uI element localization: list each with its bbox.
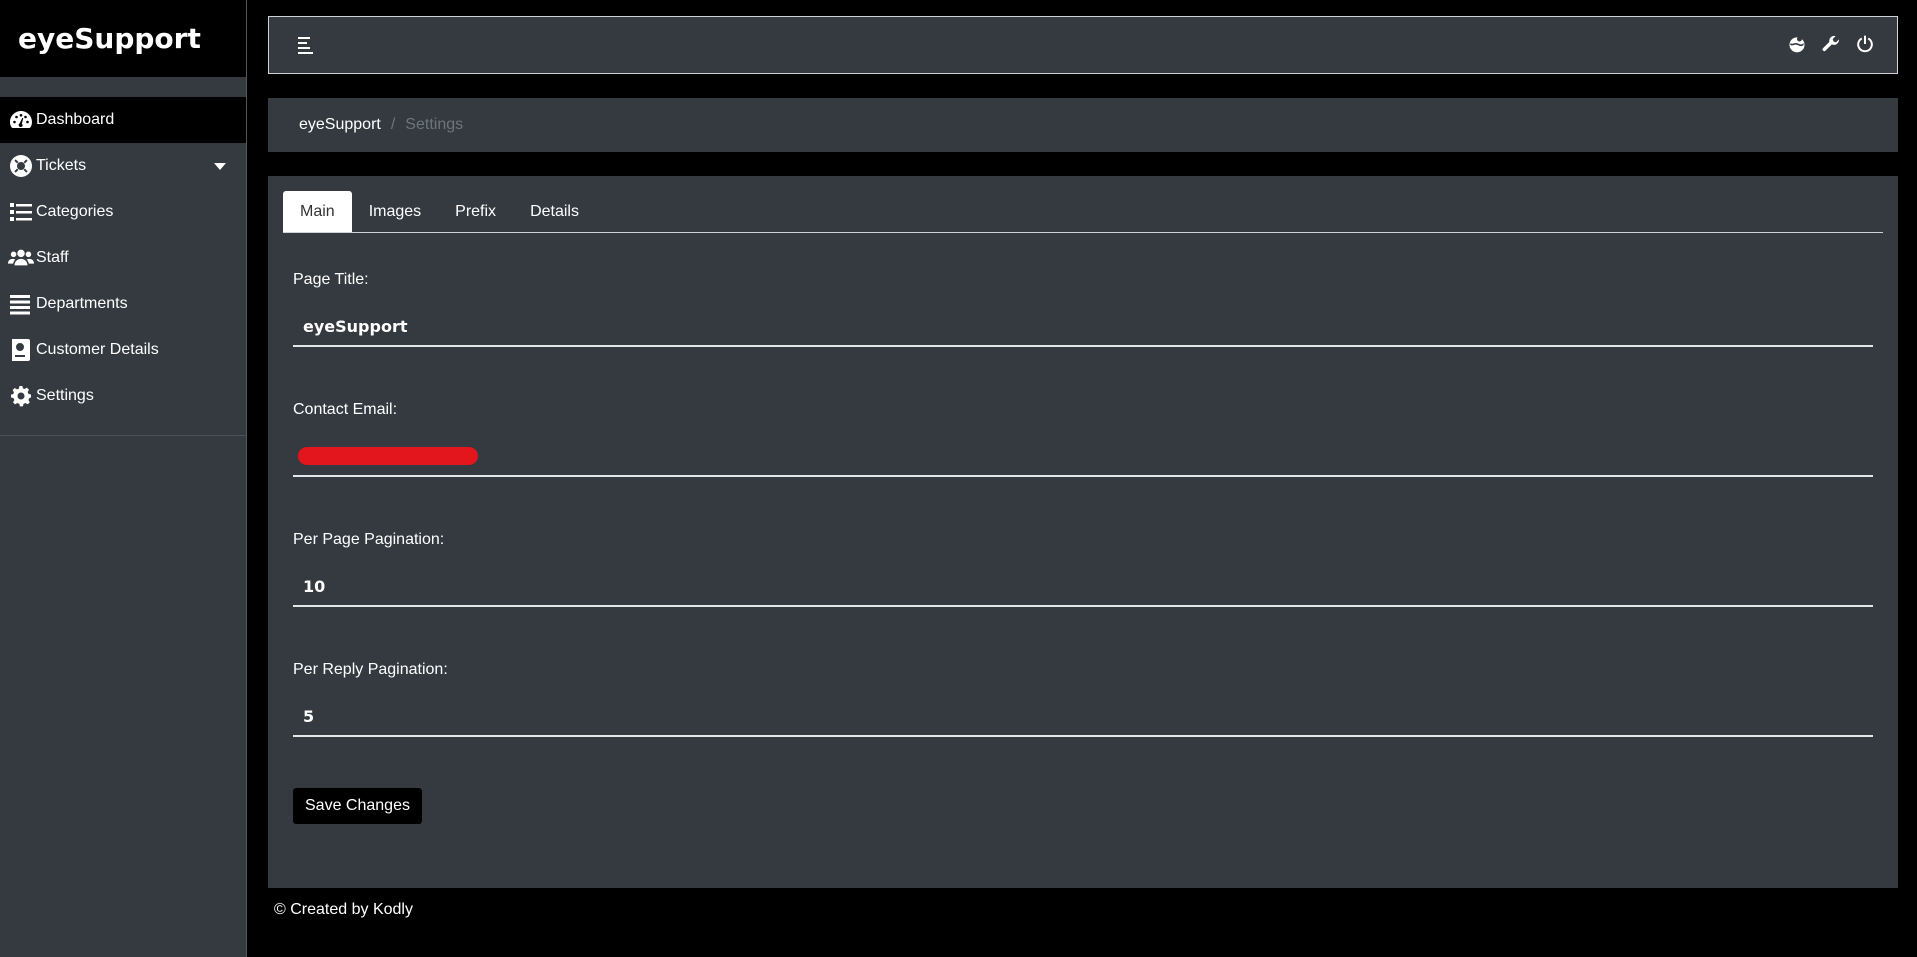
sidebar-item-dashboard[interactable]: Dashboard (0, 97, 246, 143)
sidebar-item-label: Dashboard (36, 111, 115, 128)
contact-email-field: Contact Email: (293, 401, 1873, 477)
page-title-field: Page Title: eyeSupport (293, 271, 1873, 347)
redaction-mark (298, 447, 478, 465)
breadcrumb-separator: / (390, 116, 396, 133)
sidebar-item-settings[interactable]: Settings (0, 373, 246, 419)
contact-email-label: Contact Email: (293, 401, 398, 418)
contact-email-input[interactable] (293, 437, 1873, 477)
sidebar-item-departments[interactable]: Departments (0, 281, 246, 327)
sidebar-nav: Dashboard Tickets Categories Staff Depar… (0, 97, 246, 436)
per-page-pagination-input[interactable]: 10 (293, 567, 1873, 607)
sidebar-item-staff[interactable]: Staff (0, 235, 246, 281)
sidebar-item-tickets[interactable]: Tickets (0, 143, 246, 189)
power-icon[interactable] (1855, 34, 1875, 54)
brand-logo[interactable]: eyeSupport (0, 0, 246, 77)
sidebar-item-label: Customer Details (36, 341, 159, 358)
sidebar-item-customer-details[interactable]: Customer Details (0, 327, 246, 373)
page-title-label: Page Title: (293, 271, 369, 288)
tab-images[interactable]: Images (352, 191, 438, 232)
address-book-icon (8, 338, 36, 362)
sidebar-item-label: Tickets (36, 157, 87, 174)
sidebar-item-categories[interactable]: Categories (0, 189, 246, 235)
page-title-input[interactable]: eyeSupport (293, 307, 1873, 347)
breadcrumb: eyeSupport / Settings (268, 98, 1898, 152)
caret-down-icon[interactable] (214, 163, 226, 170)
gear-icon (8, 384, 36, 408)
breadcrumb-home-link[interactable]: eyeSupport (299, 116, 381, 134)
tab-prefix[interactable]: Prefix (438, 191, 513, 232)
hamburger-icon[interactable] (298, 37, 314, 54)
footer-credit: © Created by Kodly (274, 901, 413, 918)
tachometer-icon (8, 108, 36, 132)
users-icon (8, 246, 36, 270)
per-reply-pagination-field: Per Reply Pagination: 5 (293, 661, 1873, 737)
sidebar-item-label: Staff (36, 249, 69, 266)
wrench-icon[interactable] (1821, 34, 1841, 54)
save-changes-button[interactable]: Save Changes (293, 788, 422, 824)
life-ring-icon (8, 154, 36, 178)
sidebar-spacer (0, 77, 246, 97)
bars-icon (8, 292, 36, 316)
topbar-actions (1787, 34, 1875, 54)
sidebar-item-label: Settings (36, 387, 94, 404)
tab-details[interactable]: Details (513, 191, 596, 232)
settings-tabs: Main Images Prefix Details (283, 191, 1883, 233)
sidebar: eyeSupport Dashboard Tickets Categories (0, 0, 247, 957)
per-page-pagination-label: Per Page Pagination: (293, 531, 445, 548)
settings-panel: Main Images Prefix Details Page Title: e… (268, 176, 1898, 888)
tab-main[interactable]: Main (283, 191, 352, 232)
breadcrumb-current: Settings (405, 116, 464, 133)
sidebar-item-label: Departments (36, 295, 128, 312)
list-icon (8, 200, 36, 224)
topbar (268, 16, 1898, 74)
per-reply-pagination-input[interactable]: 5 (293, 697, 1873, 737)
per-reply-pagination-label: Per Reply Pagination: (293, 661, 448, 678)
theme-toggle-icon[interactable] (1787, 34, 1807, 54)
sidebar-item-label: Categories (36, 203, 114, 220)
per-page-pagination-field: Per Page Pagination: 10 (293, 531, 1873, 607)
